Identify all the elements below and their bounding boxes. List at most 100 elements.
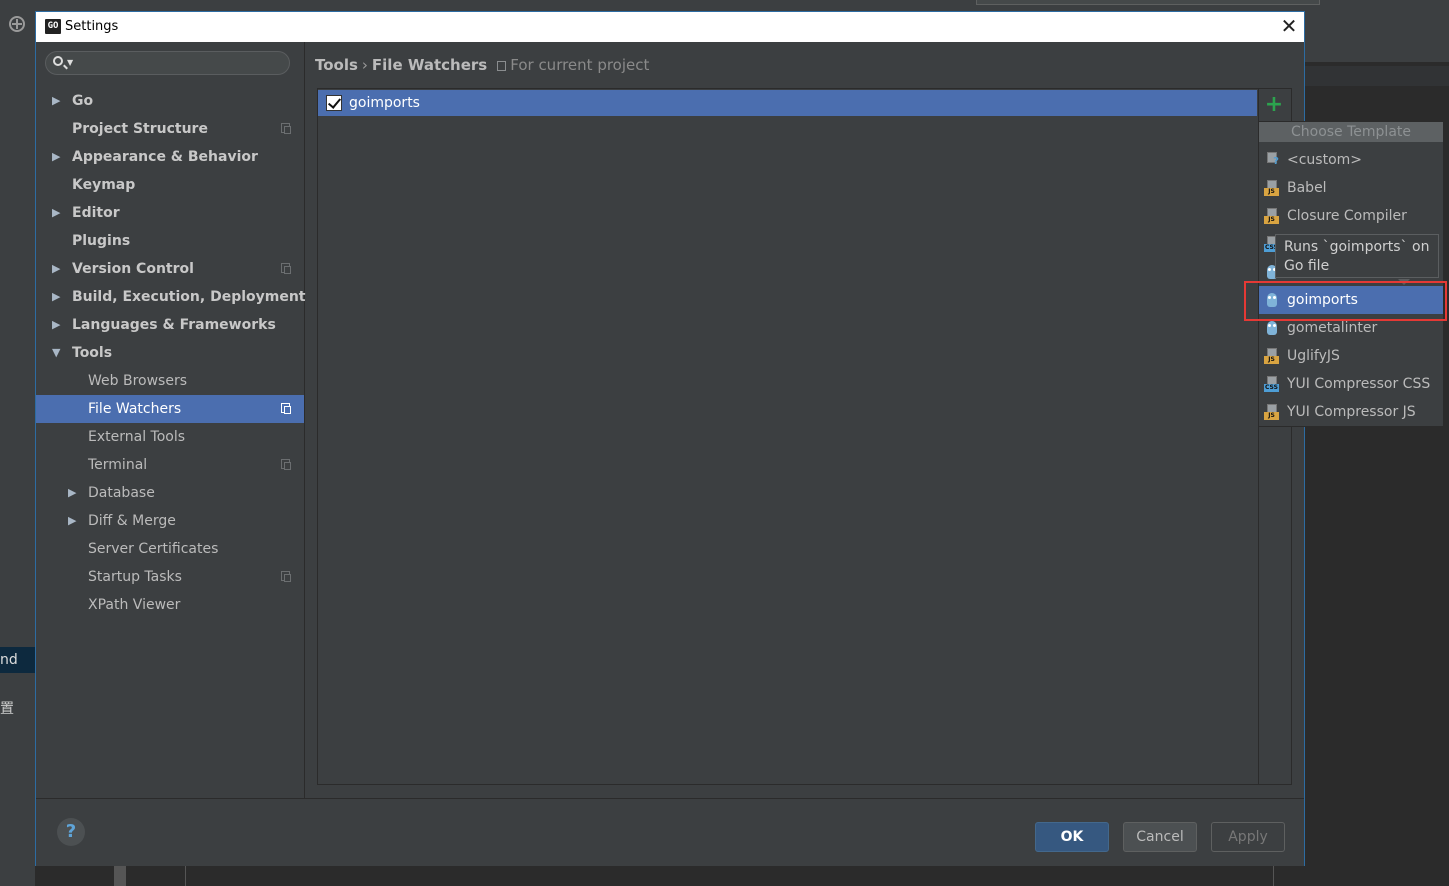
sidebar-item-startup-tasks[interactable]: Startup Tasks xyxy=(36,563,304,591)
background-tab-strip xyxy=(1305,40,1449,62)
sidebar-item-go[interactable]: ▶ Go xyxy=(36,87,304,115)
template-item[interactable]: goimports xyxy=(1259,286,1443,314)
sidebar-item-version-control[interactable]: ▶ Version Control xyxy=(36,255,304,283)
breadcrumb-tools: Tools xyxy=(315,56,358,74)
tooltip-pointer xyxy=(1398,279,1410,285)
gopher-icon xyxy=(1264,320,1280,336)
gopher-icon xyxy=(1264,292,1280,308)
sidebar-item-terminal[interactable]: Terminal xyxy=(36,451,304,479)
apply-button[interactable]: Apply xyxy=(1211,822,1285,852)
template-label: YUI Compressor JS xyxy=(1287,404,1416,420)
background-tab-strip-2 xyxy=(1305,66,1449,86)
custom-file-icon: ? xyxy=(1264,152,1280,168)
settings-dialog: GO Settings ✕ ▼ ▶ Go Project Structure ▶ App… xyxy=(35,11,1305,866)
project-level-icon xyxy=(281,571,291,582)
help-button[interactable]: ? xyxy=(57,818,85,846)
watcher-name: goimports xyxy=(349,95,420,111)
add-circle-icon[interactable] xyxy=(9,16,25,32)
sidebar-item-label: Server Certificates xyxy=(88,541,219,557)
sidebar-item-label: Tools xyxy=(72,345,113,361)
sidebar-item-label: Terminal xyxy=(88,457,148,473)
template-label: YUI Compressor CSS xyxy=(1287,376,1431,392)
close-button[interactable]: ✕ xyxy=(1278,15,1300,37)
template-item[interactable]: ? <custom> xyxy=(1259,146,1443,174)
settings-search-box[interactable]: ▼ xyxy=(45,51,290,75)
sidebar-item-plugins[interactable]: Plugins xyxy=(36,227,304,255)
js-file-icon: JS xyxy=(1264,180,1280,196)
sidebar-item-label: Startup Tasks xyxy=(88,569,182,585)
sidebar-item-xpath-viewer[interactable]: XPath Viewer xyxy=(36,591,304,619)
project-level-icon xyxy=(281,123,291,134)
template-item[interactable]: CSS YUI Compressor CSS xyxy=(1259,370,1443,398)
sidebar-item-editor[interactable]: ▶ Editor xyxy=(36,199,304,227)
sidebar-item-languages-frameworks[interactable]: ▶ Languages & Frameworks xyxy=(36,311,304,339)
sidebar-item-label: Project Structure xyxy=(72,121,208,137)
expand-right-icon[interactable]: ▶ xyxy=(52,283,62,311)
expand-right-icon[interactable]: ▶ xyxy=(52,311,62,339)
sidebar-item-label: Editor xyxy=(72,205,120,221)
template-tooltip: Runs `goimports` on Go file xyxy=(1275,234,1439,278)
template-label: UglifyJS xyxy=(1287,348,1340,364)
sidebar-item-diff-merge[interactable]: ▶ Diff & Merge xyxy=(36,507,304,535)
background-search-field xyxy=(976,0,1320,5)
sidebar-item-label: Build, Execution, Deployment xyxy=(72,289,306,305)
template-item[interactable]: gometalinter xyxy=(1259,314,1443,342)
add-watcher-button[interactable]: + xyxy=(1264,94,1284,116)
dialog-titlebar[interactable]: GO Settings ✕ xyxy=(36,12,1304,42)
expand-right-icon[interactable]: ▶ xyxy=(68,507,78,535)
sidebar-item-label: Languages & Frameworks xyxy=(72,317,276,333)
sidebar-item-server-certificates[interactable]: Server Certificates xyxy=(36,535,304,563)
sidebar-item-build-execution-deployment[interactable]: ▶ Build, Execution, Deployment xyxy=(36,283,306,311)
chevron-down-icon[interactable]: ▼ xyxy=(67,58,73,67)
expand-right-icon[interactable]: ▶ xyxy=(68,479,78,507)
template-label: Babel xyxy=(1287,180,1327,196)
sidebar-item-project-structure[interactable]: Project Structure xyxy=(36,115,304,143)
ok-button[interactable]: OK xyxy=(1035,822,1109,852)
js-file-icon: JS xyxy=(1264,404,1280,420)
watcher-enabled-checkbox[interactable] xyxy=(326,95,342,111)
template-label: <custom> xyxy=(1287,152,1363,168)
search-icon[interactable] xyxy=(53,56,63,66)
js-file-icon: JS xyxy=(1264,208,1280,224)
template-item[interactable]: JS UglifyJS xyxy=(1259,342,1443,370)
expand-right-icon[interactable]: ▶ xyxy=(52,143,62,171)
breadcrumb-separator: › xyxy=(361,56,368,74)
settings-search-input[interactable] xyxy=(78,54,282,74)
expand-right-icon[interactable]: ▶ xyxy=(52,199,62,227)
expand-right-icon[interactable]: ▶ xyxy=(52,255,62,283)
watchers-list: goimports xyxy=(318,89,1259,784)
sidebar-item-database[interactable]: ▶ Database xyxy=(36,479,304,507)
project-scope-icon xyxy=(497,61,507,71)
sidebar-item-file-watchers[interactable]: File Watchers xyxy=(36,395,304,423)
sidebar-item-tools[interactable]: ▼ Tools xyxy=(36,339,304,367)
js-file-icon: JS xyxy=(1264,348,1280,364)
background-divider-bottom xyxy=(185,866,186,886)
sidebar-item-label: Version Control xyxy=(72,261,194,277)
template-item[interactable]: JS YUI Compressor JS xyxy=(1259,398,1443,426)
breadcrumb: Tools › File Watchers For current project xyxy=(315,56,649,74)
sidebar-item-label: Appearance & Behavior xyxy=(72,149,258,165)
sidebar-item-label: Web Browsers xyxy=(88,373,187,389)
watcher-row[interactable]: goimports xyxy=(318,90,1257,116)
project-level-icon xyxy=(281,263,291,274)
sidebar-item-appearance-behavior[interactable]: ▶ Appearance & Behavior xyxy=(36,143,304,171)
background-selected-item[interactable]: nd xyxy=(0,647,35,673)
cancel-button[interactable]: Cancel xyxy=(1123,822,1197,852)
dialog-footer: ? OK Cancel Apply xyxy=(36,798,1304,866)
settings-tree: ▶ Go Project Structure ▶ Appearance & Behavi… xyxy=(36,87,306,619)
project-level-icon xyxy=(281,459,291,470)
background-scrollbar xyxy=(114,866,126,886)
file-watchers-panel: Tools › File Watchers For current project g… xyxy=(305,42,1304,798)
sidebar-item-label: Keymap xyxy=(72,177,136,193)
goland-app-icon: GO xyxy=(45,19,61,34)
expand-right-icon[interactable]: ▶ xyxy=(52,87,62,115)
project-level-icon xyxy=(281,403,291,414)
sidebar-item-external-tools[interactable]: External Tools xyxy=(36,423,304,451)
sidebar-item-web-browsers[interactable]: Web Browsers xyxy=(36,367,304,395)
sidebar-item-keymap[interactable]: Keymap xyxy=(36,171,304,199)
template-item[interactable]: JS Closure Compiler xyxy=(1259,202,1443,230)
template-item[interactable]: JS Babel xyxy=(1259,174,1443,202)
sidebar-item-label: Database xyxy=(88,485,155,501)
sidebar-item-label: External Tools xyxy=(88,429,186,445)
expand-down-icon[interactable]: ▼ xyxy=(52,339,62,367)
